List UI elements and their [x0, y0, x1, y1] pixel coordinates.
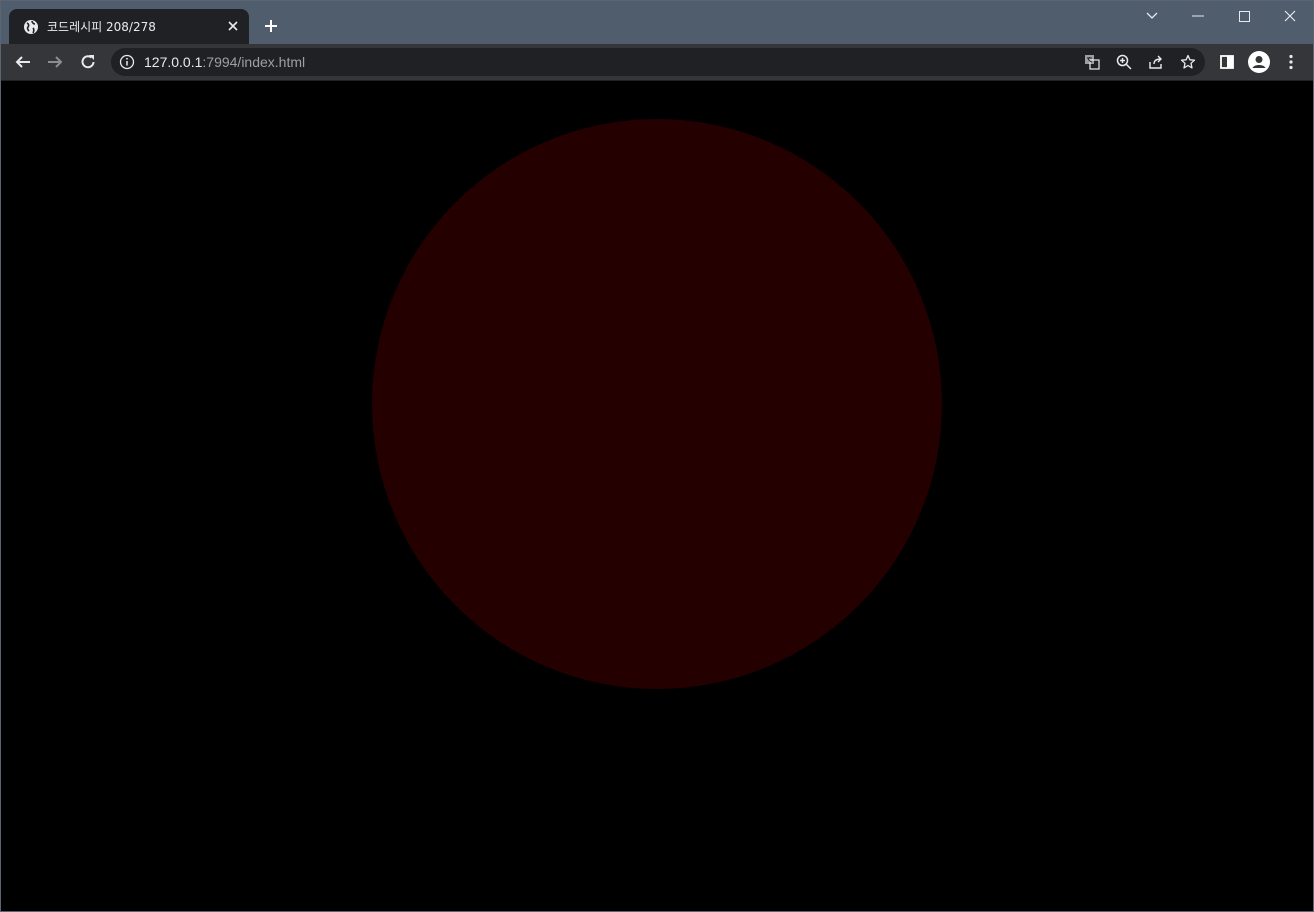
address-bar[interactable]: 127.0.0.1:7994/index.html — [111, 48, 1205, 76]
side-panel-icon[interactable] — [1215, 50, 1239, 74]
tab-strip: 코드레시피 208/278 — [1, 1, 1313, 44]
arrow-left-icon[interactable] — [11, 50, 35, 74]
zoom-icon[interactable] — [1115, 53, 1133, 71]
tab-search-icon[interactable] — [1129, 1, 1175, 31]
url-text[interactable]: 127.0.0.1:7994/index.html — [144, 55, 305, 69]
window-close-icon[interactable] — [1267, 1, 1313, 31]
url-host: 127.0.0.1 — [144, 54, 203, 70]
page-viewport — [1, 81, 1313, 911]
url-path: :7994/index.html — [202, 54, 306, 70]
info-icon[interactable] — [119, 54, 135, 70]
red-circle — [372, 119, 942, 689]
tab-title: 코드레시피 208/278 — [47, 20, 156, 34]
minimize-icon[interactable] — [1175, 1, 1221, 31]
share-icon[interactable] — [1147, 53, 1165, 71]
kebab-menu-icon[interactable] — [1279, 50, 1303, 74]
globe-icon — [24, 19, 38, 34]
browser-window: 코드레시피 208/278 127.0.0.1:7994/index.html — [0, 0, 1314, 912]
maximize-icon[interactable] — [1221, 1, 1267, 31]
reload-icon[interactable] — [76, 50, 100, 74]
tab-close-icon[interactable] — [225, 18, 241, 34]
browser-toolbar: 127.0.0.1:7994/index.html — [1, 44, 1313, 81]
profile-icon[interactable] — [1247, 50, 1271, 74]
star-icon[interactable] — [1179, 53, 1197, 71]
new-tab-button[interactable] — [261, 16, 281, 36]
arrow-right-icon[interactable] — [43, 50, 67, 74]
active-tab[interactable]: 코드레시피 208/278 — [9, 9, 249, 44]
translate-icon[interactable] — [1083, 53, 1101, 71]
